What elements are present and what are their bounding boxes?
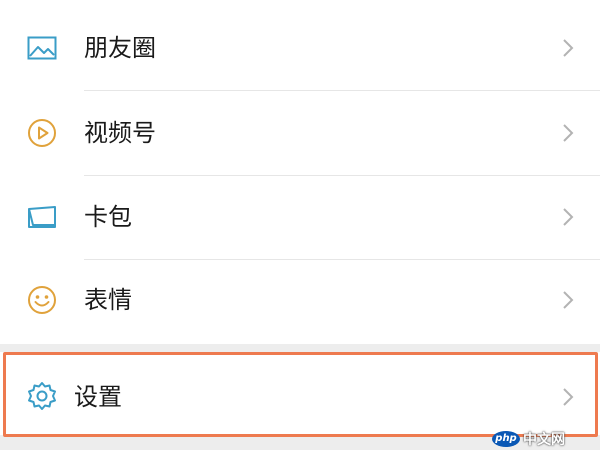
watermark-text: 中文网 [523,432,565,448]
watermark: php 中文网 [492,428,565,450]
chevron-right-icon [560,288,576,312]
chevron-right-icon [560,385,576,409]
gear-icon [26,380,58,412]
menu-group: 朋友圈 视频号 卡包 表情 [0,0,600,344]
card-wallet-icon [26,201,58,233]
menu-item-label: 卡包 [84,203,132,231]
menu-item-stickers[interactable]: 表情 [0,260,600,344]
chevron-right-icon [560,205,576,229]
menu-item-settings[interactable]: 设置 [0,352,600,435]
menu-item-label: 设置 [74,383,122,411]
channels-play-icon [26,117,58,149]
menu-item-label: 朋友圈 [84,34,156,62]
chevron-right-icon [560,121,576,145]
sticker-smiley-icon [26,284,58,316]
menu-item-card-wallet[interactable]: 卡包 [0,176,600,260]
menu-item-moments[interactable]: 朋友圈 [0,6,600,90]
menu-item-label: 视频号 [84,119,156,147]
menu-item-channels[interactable]: 视频号 [0,91,600,175]
menu-item-label: 表情 [84,286,132,314]
watermark-logo: php [492,431,520,447]
moments-picture-icon [26,32,58,64]
chevron-right-icon [560,36,576,60]
